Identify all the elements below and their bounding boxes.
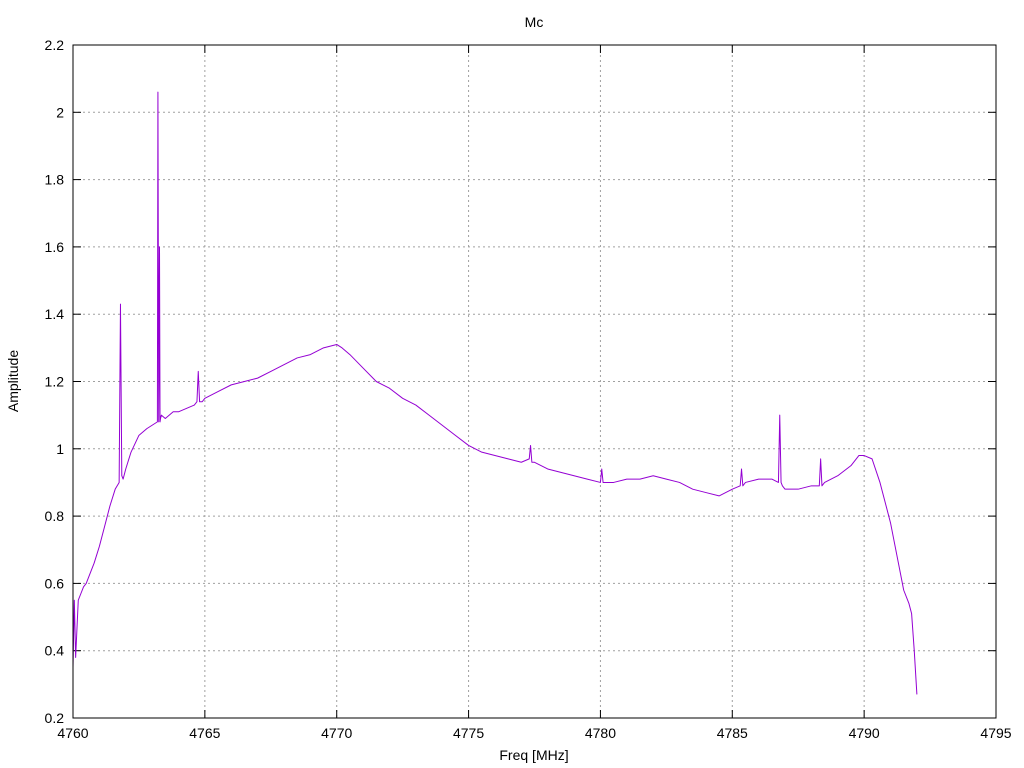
y-tick-label: 0.6 [45,575,65,591]
chart-title: Mc [525,14,544,30]
y-tick-label: 1.2 [45,374,65,390]
chart: Mc 4760 4765 4770 4775 4780 4785 4790 4795 0.20… [5,14,1012,763]
x-tick-label: 4795 [980,725,1011,741]
y-tick-label: 1.8 [45,172,65,188]
x-tick-label: 4790 [849,725,880,741]
y-tick-label: 2 [56,104,64,120]
y-tick-label: 0.2 [45,710,65,726]
x-tick-label: 4780 [585,725,616,741]
y-tick-label: 0.4 [45,643,65,659]
x-tick-label: 4770 [321,725,352,741]
y-tick-labels: 0.2 0.4 0.6 0.8 1 1.2 1.4 1.6 1.8 2 2.2 [45,37,65,726]
x-tick-label: 4775 [453,725,484,741]
y-tick-label: 1.4 [45,306,65,322]
x-axis-title: Freq [MHz] [499,747,568,763]
y-tick-label: 1.6 [45,239,65,255]
y-tick-label: 1 [56,441,64,457]
grid [73,45,996,718]
x-tick-label: 4760 [57,725,88,741]
y-tick-label: 2.2 [45,37,65,53]
x-tick-label: 4785 [717,725,748,741]
y-tick-label: 0.8 [45,508,65,524]
x-tick-labels: 4760 4765 4770 4775 4780 4785 4790 4795 [57,725,1011,741]
y-axis-title: Amplitude [5,350,21,412]
series-line [72,91,918,695]
x-tick-label: 4765 [189,725,220,741]
